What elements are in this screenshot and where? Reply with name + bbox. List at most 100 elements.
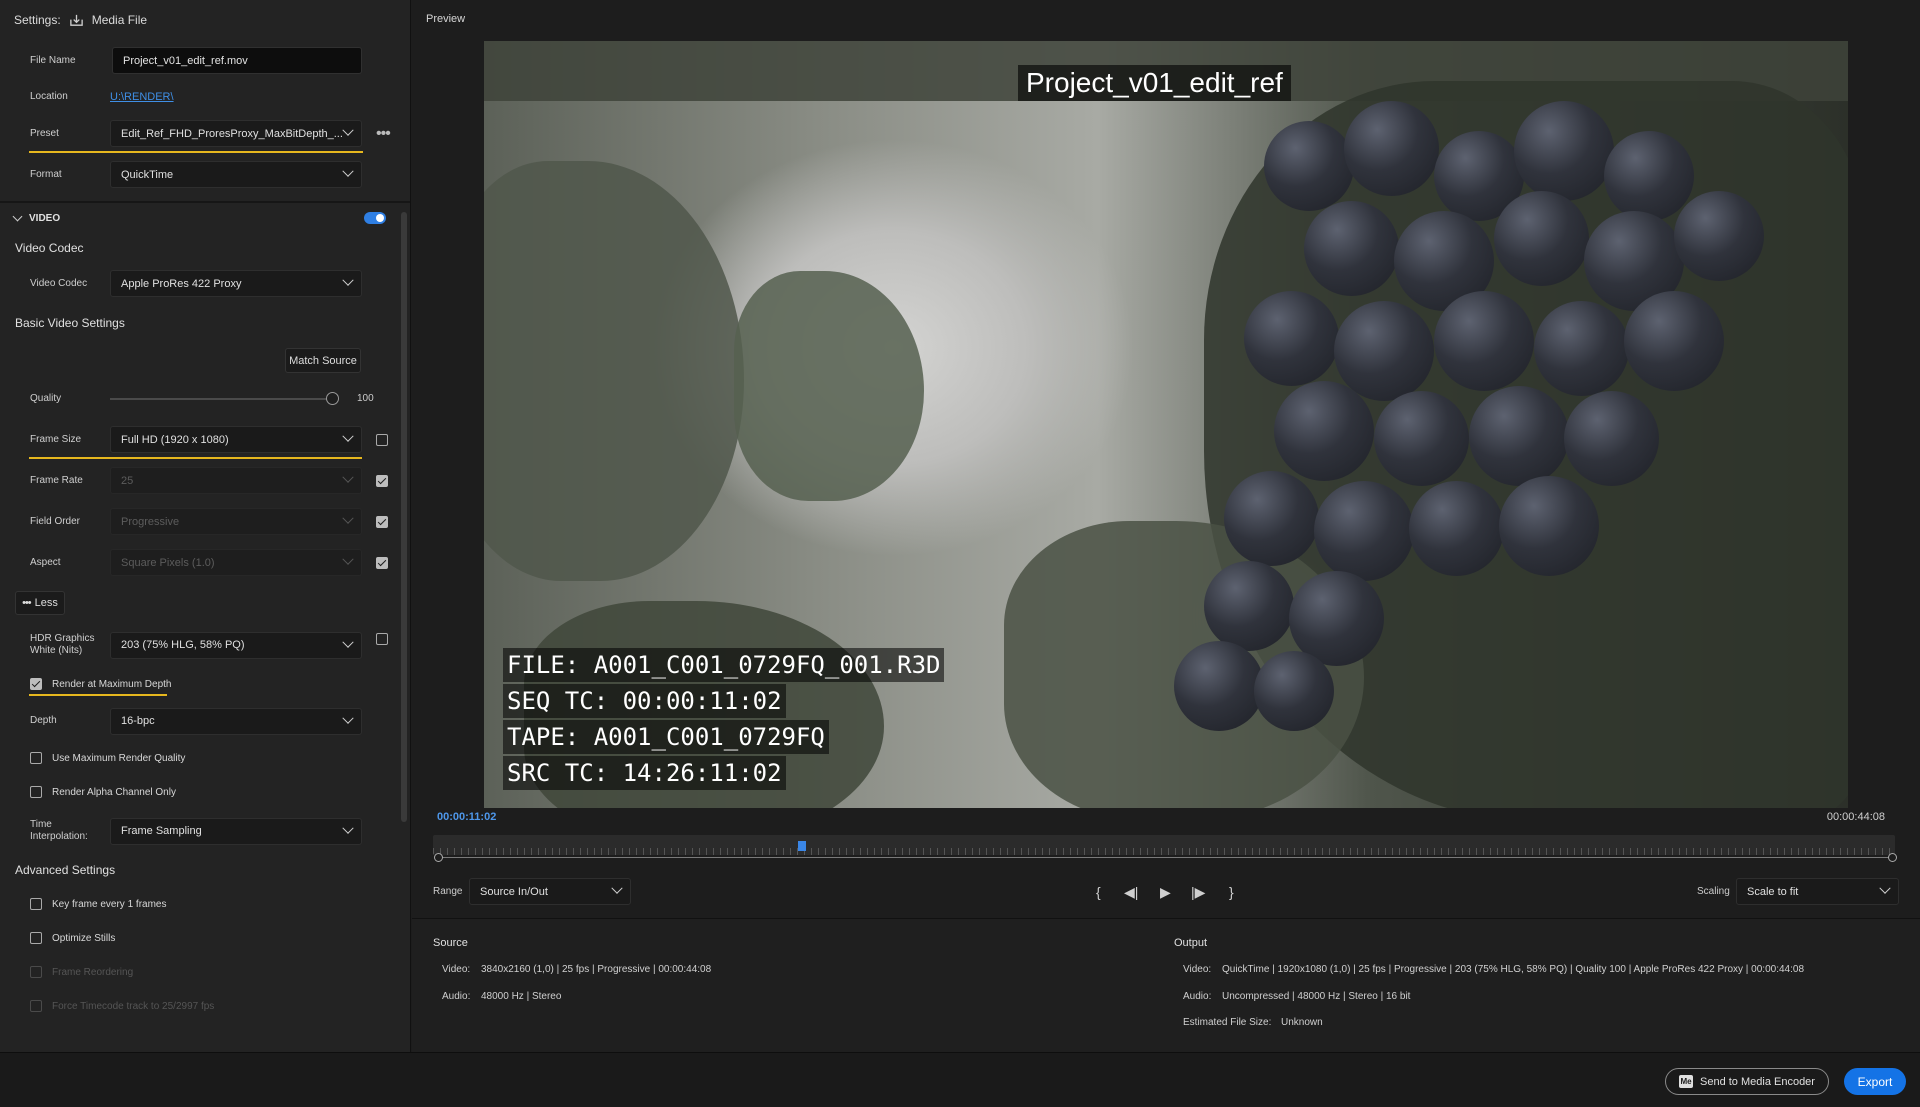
frame-rate-value: 25 [121, 474, 134, 487]
send-to-media-encoder-button[interactable]: Me Send to Media Encoder [1665, 1068, 1829, 1095]
frame-size-value: Full HD (1920 x 1080) [121, 433, 229, 446]
output-video-label: Video: [1183, 964, 1212, 975]
title-overlay: Project_v01_edit_ref [1018, 65, 1291, 101]
field-order-row: Field Order Progressive [0, 501, 410, 542]
hdr-select[interactable]: 203 (75% HLG, 58% PQ) [110, 631, 362, 659]
alpha-only-checkbox[interactable] [30, 786, 42, 798]
frame-size-row: Frame Size Full HD (1920 x 1080) [0, 419, 410, 460]
range-label: Range [433, 886, 463, 897]
video-section-label: VIDEO [29, 212, 61, 224]
basic-video-heading: Basic Video Settings [15, 316, 125, 330]
step-forward-icon[interactable]: |▶ [1191, 884, 1205, 901]
chevron-down-icon [611, 882, 623, 894]
file-name-row: File Name Project_v01_edit_ref.mov [0, 40, 410, 81]
hdr-checkbox[interactable] [376, 633, 388, 645]
aspect-checkbox[interactable] [376, 556, 388, 569]
quality-slider-knob[interactable] [326, 392, 339, 405]
chevron-down-icon [342, 636, 354, 648]
burnin-src-tc: SRC TC: 14:26:11:02 [503, 756, 786, 790]
burnin-file: FILE: A001_C001_0729FQ_001.R3D [503, 648, 945, 682]
video-codec-row: Video Codec Apple ProRes 422 Proxy [0, 263, 410, 304]
frame-rate-select[interactable]: 25 [110, 467, 362, 494]
less-row: ••• Less [0, 583, 410, 623]
aspect-select[interactable]: Square Pixels (1.0) [110, 549, 362, 576]
match-source-button[interactable]: Match Source [285, 348, 361, 373]
frame-reordering-row: Frame Reordering [0, 955, 410, 989]
chevron-down-icon [342, 274, 354, 286]
source-audio-label: Audio: [442, 991, 471, 1002]
duration-timecode: 00:00:44:08 [1826, 811, 1885, 823]
playhead[interactable] [798, 841, 806, 851]
footer-bar: Me Send to Media Encoder Export [0, 1052, 1920, 1107]
max-render-quality-label: Use Maximum Render Quality [52, 752, 186, 764]
play-icon[interactable]: ▶ [1160, 884, 1171, 901]
send-to-media-encoder-label: Send to Media Encoder [1700, 1075, 1815, 1088]
hdr-row: HDR Graphics White (Nits) 203 (75% HLG, … [0, 623, 410, 667]
timeline-scrubber[interactable] [433, 835, 1895, 855]
leaf-left [484, 161, 744, 581]
chevron-down-icon [342, 512, 354, 524]
max-render-quality-checkbox[interactable] [30, 752, 42, 764]
export-button[interactable]: Export [1844, 1068, 1906, 1095]
range-select[interactable]: Source In/Out [469, 878, 631, 905]
field-order-checkbox[interactable] [376, 515, 388, 528]
more-options-icon[interactable]: ••• [376, 125, 391, 143]
optimize-stills-label: Optimize Stills [52, 932, 116, 944]
frame-size-select[interactable]: Full HD (1920 x 1080) [110, 426, 362, 453]
location-link[interactable]: U:\RENDER\ [110, 91, 174, 103]
field-order-label: Field Order [30, 515, 81, 527]
video-codec-select[interactable]: Apple ProRes 422 Proxy [110, 270, 362, 297]
file-size-value: Unknown [1281, 1017, 1323, 1028]
frame-size-highlight [29, 457, 362, 459]
time-interp-select[interactable]: Frame Sampling [110, 817, 362, 845]
format-select[interactable]: QuickTime [110, 161, 362, 188]
frame-rate-checkbox[interactable] [376, 474, 388, 487]
preset-label: Preset [30, 127, 59, 139]
source-video-info: 3840x2160 (1,0) | 25 fps | Progressive |… [481, 964, 712, 975]
quality-value: 100 [357, 393, 374, 404]
mark-in-icon[interactable]: { [1096, 884, 1101, 900]
preset-select[interactable]: Edit_Ref_FHD_ProresProxy_MaxBitDepth_... [110, 120, 362, 147]
chevron-down-icon [342, 165, 354, 177]
settings-scrollbar[interactable] [401, 212, 407, 822]
file-name-input[interactable]: Project_v01_edit_ref.mov [112, 47, 362, 74]
frame-rate-label: Frame Rate [30, 474, 83, 486]
location-row: Location U:\RENDER\ [0, 81, 410, 113]
chevron-down-icon [1879, 882, 1891, 894]
chevron-down-icon [342, 430, 354, 442]
scaling-select[interactable]: Scale to fit [1736, 878, 1899, 905]
preset-value: Edit_Ref_FHD_ProresProxy_MaxBitDepth_... [121, 127, 343, 140]
format-value: QuickTime [121, 168, 174, 181]
preview-label: Preview [426, 13, 466, 25]
frame-reordering-checkbox[interactable] [30, 966, 42, 978]
depth-select[interactable]: 16-bpc [110, 707, 362, 735]
time-interp-label: Time Interpolation: [30, 819, 88, 842]
format-row: Format QuickTime [0, 154, 410, 195]
depth-value: 16-bpc [121, 715, 155, 727]
source-audio-info: 48000 Hz | Stereo [481, 991, 562, 1002]
less-button[interactable]: ••• Less [15, 591, 65, 615]
in-point-handle[interactable] [434, 853, 443, 862]
keyframe-checkbox[interactable] [30, 898, 42, 910]
chevron-down-icon [342, 553, 354, 565]
aspect-label: Aspect [30, 556, 61, 568]
render-max-depth-checkbox[interactable] [30, 678, 42, 690]
advanced-heading: Advanced Settings [15, 863, 116, 877]
frame-size-checkbox[interactable] [376, 433, 388, 446]
settings-label: Settings: [14, 13, 61, 27]
out-point-handle[interactable] [1888, 853, 1897, 862]
quality-row: Quality 100 [0, 378, 410, 419]
range-bar [438, 857, 1894, 858]
chevron-down-icon [342, 471, 354, 483]
step-back-icon[interactable]: ◀| [1124, 884, 1138, 901]
force-timecode-checkbox[interactable] [30, 1000, 42, 1012]
mark-out-icon[interactable]: } [1229, 884, 1234, 900]
current-timecode: 00:00:11:02 [437, 811, 497, 823]
output-heading: Output [1174, 937, 1208, 949]
optimize-stills-checkbox[interactable] [30, 932, 42, 944]
video-section-header[interactable]: VIDEO [0, 203, 410, 233]
keyframe-row: Key frame every 1 frames [0, 887, 410, 921]
field-order-select[interactable]: Progressive [110, 508, 362, 535]
video-toggle[interactable] [364, 212, 386, 224]
quality-slider-track[interactable] [110, 398, 332, 400]
